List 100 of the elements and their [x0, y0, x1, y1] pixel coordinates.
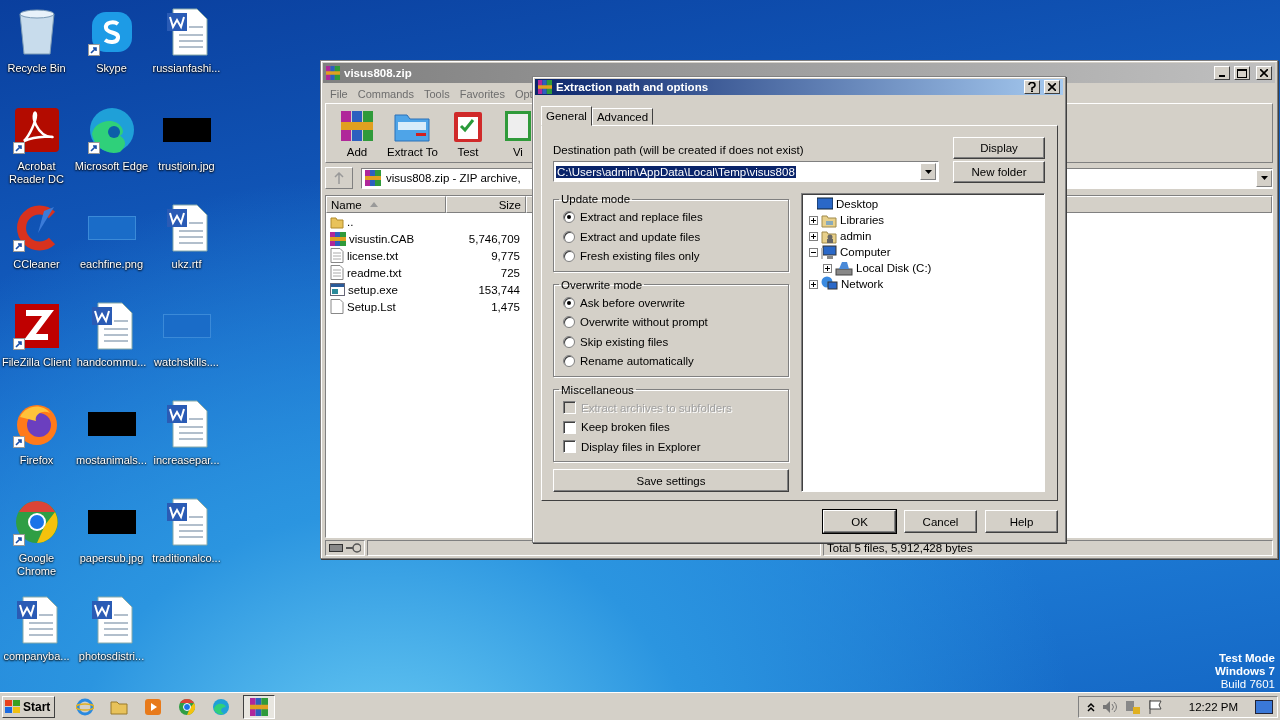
up-button[interactable] — [325, 167, 353, 189]
pdf-app-icon — [13, 107, 60, 153]
option-label: Rename automatically — [580, 355, 694, 368]
desktop-icon-label[interactable]: FileZilla Client — [1, 356, 72, 369]
desktop-icon-label[interactable]: Firefox — [19, 454, 54, 467]
close-button[interactable] — [1044, 80, 1060, 94]
document-icon — [14, 595, 59, 645]
radio-button[interactable] — [563, 250, 575, 263]
checkbox[interactable] — [563, 440, 576, 454]
plus-icon — [810, 232, 817, 240]
tree-item[interactable]: Desktop — [836, 198, 879, 210]
destination-field[interactable]: C:\Users\admin\AppData\Local\Temp\visus808 — [553, 161, 939, 182]
desktop-icon-label[interactable]: ukz.rtf — [171, 258, 202, 271]
desktop-icon-label[interactable]: eachfine.png — [80, 258, 143, 271]
radio-button[interactable] — [563, 230, 575, 243]
chevron-up-icon[interactable] — [1086, 701, 1095, 712]
document-icon — [89, 595, 134, 645]
maximize-icon — [1237, 68, 1247, 78]
desktop-icon-label[interactable]: Skype — [96, 62, 127, 75]
radio-button[interactable] — [563, 211, 575, 224]
show-desktop-icon[interactable] — [1255, 699, 1273, 714]
text-file-icon — [330, 248, 344, 263]
column-header[interactable]: Name — [326, 196, 446, 213]
collapse-toggle[interactable] — [809, 247, 818, 257]
file-name[interactable]: readme.txt — [326, 265, 446, 280]
system-notice-text: Test Mode — [1219, 652, 1275, 665]
radio-button[interactable] — [563, 296, 575, 309]
file-name[interactable]: setup.exe — [326, 283, 446, 296]
file-name[interactable]: .. — [326, 214, 446, 229]
menu-item[interactable]: Favorites — [454, 88, 510, 100]
tab[interactable]: General — [541, 106, 592, 126]
desktop-icon-label[interactable]: watchskills.... — [154, 356, 219, 369]
save-settings-button[interactable]: Save settings — [553, 469, 789, 492]
expand-toggle[interactable] — [809, 279, 818, 289]
close-button[interactable] — [1256, 66, 1272, 80]
toolbar-button[interactable]: Extract To — [382, 109, 443, 162]
option-label: Extract and update files — [580, 230, 701, 243]
dialog-button[interactable]: New folder — [953, 161, 1045, 183]
plus-icon — [810, 280, 817, 288]
taskbar-button[interactable] — [243, 694, 276, 719]
option-label: Display files in Explorer — [581, 440, 701, 453]
help-button[interactable] — [1024, 80, 1040, 94]
network-icon — [821, 276, 838, 292]
tree-item[interactable]: Libraries — [840, 214, 885, 226]
windows-logo-icon — [5, 699, 21, 714]
desktop-icon-label[interactable]: Recycle Bin — [7, 62, 66, 75]
tree-item[interactable]: Network — [841, 278, 884, 290]
file-name[interactable]: Setup.Lst — [326, 299, 446, 314]
status-text: Total 5 files, 5,912,428 bytes — [827, 542, 973, 554]
caret-down-icon — [924, 169, 932, 174]
toolbar-button[interactable]: Test — [442, 109, 493, 162]
dropdown-button[interactable] — [1256, 169, 1272, 187]
desktop-icon-label[interactable]: CCleaner — [13, 258, 60, 271]
dialog-button[interactable]: OK — [823, 510, 896, 533]
expand-toggle[interactable] — [823, 263, 832, 273]
browser-icon — [87, 106, 136, 154]
menu-item[interactable]: Commands — [352, 88, 419, 100]
file-name[interactable]: visustin.CAB — [326, 231, 446, 246]
dropdown-button[interactable] — [920, 163, 936, 180]
caret-down-icon — [1260, 176, 1268, 180]
speaker-icon[interactable] — [1101, 699, 1118, 714]
file-name[interactable]: license.txt — [326, 248, 446, 263]
checkbox[interactable] — [563, 420, 576, 434]
desktop-icon-label[interactable]: handcommu... — [76, 356, 147, 369]
desktop-icon-label[interactable]: increasepar... — [153, 454, 220, 467]
toolbar-button[interactable]: Add — [332, 109, 382, 162]
desktop-icon-label[interactable]: Acrobat Reader DC — [0, 160, 74, 186]
tree-item[interactable]: Computer — [840, 246, 891, 258]
dialog-button[interactable]: Display — [953, 137, 1045, 159]
group-title: Update mode — [560, 193, 632, 205]
maximize-button[interactable] — [1234, 66, 1250, 80]
document-icon — [164, 203, 209, 253]
dialog-button[interactable]: Help — [985, 510, 1058, 533]
menu-item[interactable]: Tools — [419, 88, 455, 100]
option-label: Skip existing files — [580, 335, 669, 348]
window-title: visus808.zip — [344, 67, 413, 79]
flag-icon[interactable] — [1147, 698, 1164, 715]
user-folder-icon — [821, 228, 837, 244]
dialog-button[interactable]: Cancel — [904, 510, 977, 533]
desktop-icon-label[interactable]: trustjoin.jpg — [158, 160, 215, 173]
media-player-icon — [144, 697, 163, 716]
file-size: 9,775 — [490, 249, 521, 262]
desktop-icon-label[interactable]: russianfashi... — [152, 62, 221, 75]
tab[interactable]: Advanced — [591, 108, 654, 125]
column-header[interactable]: Size — [446, 196, 526, 213]
browser-icon — [178, 697, 197, 716]
desktop-icon-label[interactable]: Microsoft Edge — [74, 160, 149, 173]
field-label: Destination path (will be created if does not exist) — [553, 144, 805, 156]
library-icon — [821, 212, 837, 228]
radio-button[interactable] — [563, 355, 575, 368]
expand-toggle[interactable] — [809, 231, 818, 241]
tree-item[interactable]: admin — [840, 230, 872, 242]
close-icon — [1048, 83, 1056, 91]
tree-item[interactable]: Local Disk (C:) — [856, 262, 932, 274]
expand-toggle[interactable] — [809, 215, 818, 225]
radio-button[interactable] — [563, 316, 575, 329]
minimize-button[interactable] — [1214, 66, 1230, 80]
start-button[interactable]: Start — [2, 695, 56, 718]
radio-button[interactable] — [563, 335, 575, 348]
desktop-icon-label[interactable]: mostanimals... — [76, 454, 147, 467]
